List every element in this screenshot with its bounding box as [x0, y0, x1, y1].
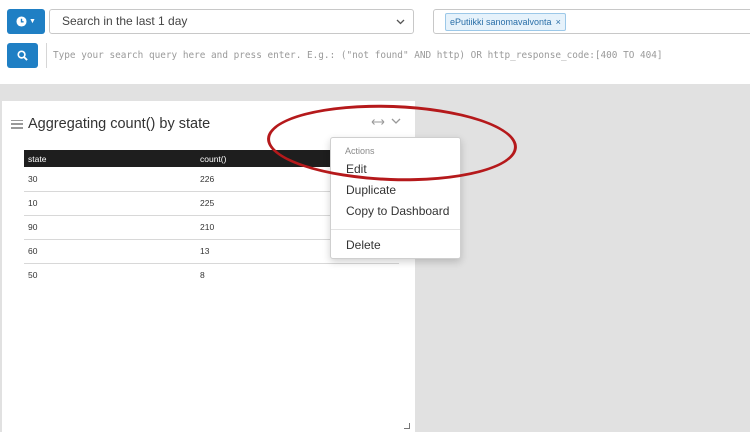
widget-controls: [371, 118, 401, 126]
menu-item-copy-to-dashboard[interactable]: Copy to Dashboard: [346, 204, 449, 218]
time-range-value: Search in the last 1 day: [62, 14, 188, 28]
actions-dropdown-menu: Actions Edit Duplicate Copy to Dashboard…: [330, 137, 461, 259]
clock-icon: [16, 16, 27, 27]
time-range-button[interactable]: ▼: [7, 9, 45, 34]
search-icon: [17, 50, 28, 61]
remove-tag-icon[interactable]: ×: [556, 17, 561, 27]
column-header-state[interactable]: state: [24, 150, 196, 167]
stream-tag[interactable]: ePutiikki sanomavalvonta ×: [445, 13, 566, 31]
widget-title-text: Aggregating count() by state: [28, 116, 211, 132]
menu-item-edit[interactable]: Edit: [346, 162, 367, 176]
cell-state: 50: [28, 270, 38, 281]
resize-handle-icon[interactable]: [404, 423, 410, 429]
table-row: 50 8: [24, 263, 399, 287]
widget-title: Aggregating count() by state: [11, 116, 210, 132]
cell-state: 90: [24, 215, 196, 240]
cell-state: 10: [24, 191, 196, 216]
cell-count: 8: [200, 270, 205, 281]
chevron-down-icon[interactable]: [391, 118, 401, 125]
cell-state: 60: [24, 239, 196, 264]
menu-divider: [331, 229, 460, 230]
stream-tag-label: ePutiikki sanomavalvonta: [450, 17, 552, 27]
time-range-select[interactable]: Search in the last 1 day: [49, 9, 414, 34]
search-query-input[interactable]: Type your search query here and press en…: [46, 43, 750, 68]
menu-item-duplicate[interactable]: Duplicate: [346, 183, 396, 197]
stream-filter[interactable]: ePutiikki sanomavalvonta ×: [433, 9, 750, 34]
caret-down-icon: ▼: [29, 18, 36, 25]
menu-item-delete[interactable]: Delete: [346, 238, 381, 252]
search-bar: ▼ Search in the last 1 day ePutiikki san…: [0, 0, 750, 84]
cell-state: 30: [24, 167, 196, 192]
actions-menu-header: Actions: [345, 146, 375, 156]
search-button[interactable]: [7, 43, 38, 68]
chevron-down-icon: [396, 10, 405, 34]
expand-horizontal-icon[interactable]: [371, 118, 385, 126]
drag-handle-icon[interactable]: [11, 119, 23, 129]
